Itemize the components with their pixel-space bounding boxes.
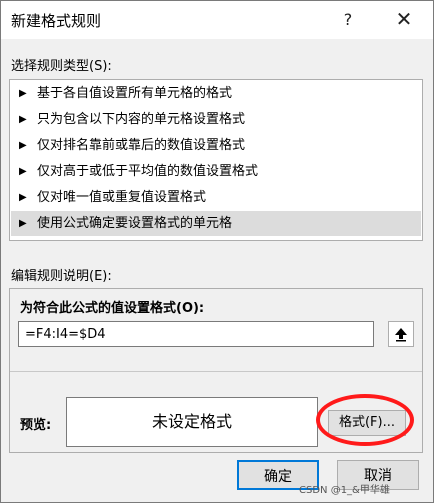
rule-item-unique-duplicate[interactable]: ▶ 仅对唯一值或重复值设置格式 [11,185,421,210]
rule-item-above-below-average[interactable]: ▶ 仅对高于或低于平均值的数值设置格式 [11,159,421,184]
panel-divider [10,371,422,372]
rule-item-label: 使用公式确定要设置格式的单元格 [37,216,233,231]
triangle-right-icon: ▶ [19,166,27,177]
formula-input[interactable] [18,321,374,347]
collapse-dialog-button[interactable] [388,321,414,347]
triangle-right-icon: ▶ [19,88,27,99]
triangle-right-icon: ▶ [19,218,27,229]
new-format-rule-dialog: 新建格式规则 ? ✕ 选择规则类型(S): ▶ 基于各自值设置所有单元格的格式 … [0,0,434,503]
rule-item-contains[interactable]: ▶ 只为包含以下内容的单元格设置格式 [11,107,421,132]
formula-title: 为符合此公式的值设置格式(O): [20,301,205,316]
title-bar: 新建格式规则 ? ✕ [1,1,433,39]
edit-rule-label: 编辑规则说明(E): [11,269,112,284]
rule-item-each-value[interactable]: ▶ 基于各自值设置所有单元格的格式 [11,81,421,106]
triangle-right-icon: ▶ [19,140,27,151]
triangle-right-icon: ▶ [19,192,27,203]
preview-box: 未设定格式 [66,397,318,447]
help-button[interactable]: ? [333,1,363,39]
rule-type-list[interactable]: ▶ 基于各自值设置所有单元格的格式 ▶ 只为包含以下内容的单元格设置格式 ▶ 仅… [9,79,423,241]
rule-item-top-bottom[interactable]: ▶ 仅对排名靠前或靠后的数值设置格式 [11,133,421,158]
rule-item-label: 基于各自值设置所有单元格的格式 [37,86,233,101]
collapse-arrow-icon [395,328,407,342]
rule-item-label: 仅对唯一值或重复值设置格式 [37,190,207,205]
rule-item-label: 仅对高于或低于平均值的数值设置格式 [37,164,259,179]
edit-rule-panel: 为符合此公式的值设置格式(O): 预览: 未设定格式 格式(F)... [9,288,423,453]
rule-item-label: 仅对排名靠前或靠后的数值设置格式 [37,138,246,153]
rule-item-use-formula[interactable]: ▶ 使用公式确定要设置格式的单元格 [11,211,421,236]
preview-label: 预览: [20,418,52,433]
dialog-title: 新建格式规则 [11,12,102,30]
red-highlight-circle [316,394,414,446]
rule-item-label: 只为包含以下内容的单元格设置格式 [37,112,246,127]
rule-type-label: 选择规则类型(S): [11,59,112,74]
close-button[interactable]: ✕ [385,1,423,39]
triangle-right-icon: ▶ [19,114,27,125]
watermark: CSDN @1_&甲华雄 [299,485,390,496]
